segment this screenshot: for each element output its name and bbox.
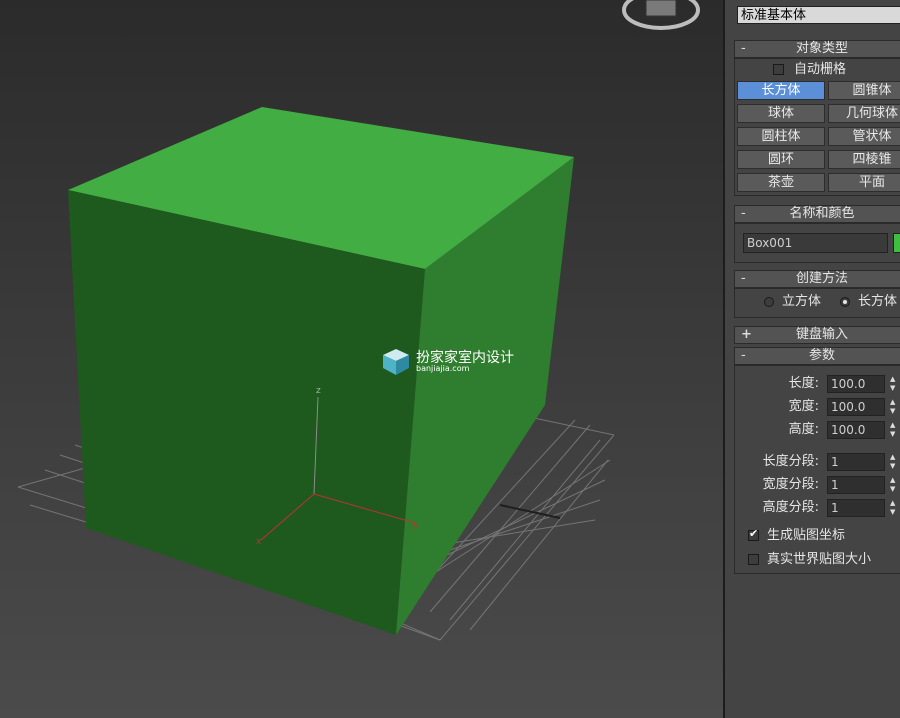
- box-button[interactable]: 长方体: [737, 81, 825, 100]
- z-axis-label: z: [316, 386, 321, 396]
- keyboard-entry-header[interactable]: + 键盘输入: [734, 326, 900, 344]
- creation-method-title: 创建方法: [795, 271, 848, 286]
- width-segs-input[interactable]: 1: [827, 476, 885, 494]
- category-dropdown[interactable]: 标准基本体: [737, 6, 900, 24]
- gen-map-coords-checkbox[interactable]: ✔: [748, 527, 759, 541]
- pyramid-button[interactable]: 四棱锥: [828, 150, 900, 169]
- perspective-viewport[interactable]: z y x 扮家家室内设计 banjiajia.com: [0, 0, 723, 718]
- height-input[interactable]: 100.0: [827, 421, 885, 439]
- object-color-swatch[interactable]: [893, 233, 900, 253]
- cylinder-button[interactable]: 圆柱体: [737, 127, 825, 146]
- creation-method-header[interactable]: - 创建方法: [734, 270, 900, 288]
- plane-button[interactable]: 平面: [828, 173, 900, 192]
- box-radio[interactable]: [840, 297, 850, 307]
- object-name-input[interactable]: Box001: [743, 233, 888, 253]
- watermark-url: banjiajia.com: [416, 364, 470, 373]
- height-segs-spinner[interactable]: ▲ ▼: [890, 499, 900, 517]
- cube-radio-label: 立方体: [782, 294, 822, 309]
- object-type-header[interactable]: - 对象类型: [734, 40, 900, 58]
- width-spinner[interactable]: ▲ ▼: [890, 398, 900, 416]
- cube-radio[interactable]: [764, 297, 774, 307]
- autogrid-label: 自动栅格: [794, 62, 847, 77]
- command-panel: 标准基本体 - 对象类型 自动栅格 长方体 圆锥体 球体 几何球体 圆柱体 管状…: [725, 0, 900, 718]
- parameters-title: 参数: [808, 348, 835, 363]
- watermark-logo-icon: [383, 349, 409, 375]
- width-segs-spinner[interactable]: ▲ ▼: [890, 476, 900, 494]
- length-segs-input[interactable]: 1: [827, 453, 885, 471]
- viewcube-icon[interactable]: [622, 0, 700, 30]
- length-spinner[interactable]: ▲ ▼: [890, 375, 900, 393]
- name-color-title: 名称和颜色: [789, 206, 855, 221]
- gen-map-coords-label: 生成贴图坐标: [767, 528, 846, 543]
- width-label: 宽度:: [788, 399, 819, 414]
- box-radio-label: 长方体: [858, 294, 898, 309]
- keyboard-entry-title: 键盘输入: [795, 327, 848, 342]
- real-world-checkbox[interactable]: [748, 554, 759, 565]
- height-segs-label: 高度分段:: [762, 500, 819, 515]
- width-segs-label: 宽度分段:: [762, 477, 819, 492]
- width-input[interactable]: 100.0: [827, 398, 885, 416]
- sphere-button[interactable]: 球体: [737, 104, 825, 123]
- autogrid-checkbox[interactable]: [773, 64, 784, 75]
- torus-button[interactable]: 圆环: [737, 150, 825, 169]
- length-segs-label: 长度分段:: [762, 454, 819, 469]
- length-label: 长度:: [788, 376, 819, 391]
- creation-method-rollout: 立方体 长方体: [734, 288, 900, 318]
- name-color-header[interactable]: - 名称和颜色: [734, 205, 900, 223]
- checkmark-icon: ✔: [749, 527, 759, 540]
- teapot-button[interactable]: 茶壶: [737, 173, 825, 192]
- length-segs-spinner[interactable]: ▲ ▼: [890, 453, 900, 471]
- parameters-header[interactable]: - 参数: [734, 347, 900, 365]
- name-color-rollout: Box001: [734, 223, 900, 263]
- length-input[interactable]: 100.0: [827, 375, 885, 393]
- scene-svg: z y x: [17, 0, 700, 641]
- geosphere-button[interactable]: 几何球体: [828, 104, 900, 123]
- object-type-rollout: 自动栅格 长方体 圆锥体 球体 几何球体 圆柱体 管状体 圆环 四棱锥 茶壶 平…: [734, 58, 900, 196]
- y-axis-label: y: [413, 521, 419, 531]
- green-box-object[interactable]: [68, 107, 574, 635]
- tube-button[interactable]: 管状体: [828, 127, 900, 146]
- height-spinner[interactable]: ▲ ▼: [890, 421, 900, 439]
- real-world-label: 真实世界贴图大小: [767, 552, 872, 567]
- height-label: 高度:: [788, 422, 819, 437]
- cone-button[interactable]: 圆锥体: [828, 81, 900, 100]
- x-axis-label: x: [256, 537, 262, 547]
- parameters-rollout: 长度: 100.0 ▲ ▼ 宽度: 100.0 ▲ ▼ 高度: 100.0 ▲ ▼ 长…: [734, 365, 900, 574]
- object-type-title: 对象类型: [795, 41, 848, 56]
- height-segs-input[interactable]: 1: [827, 499, 885, 517]
